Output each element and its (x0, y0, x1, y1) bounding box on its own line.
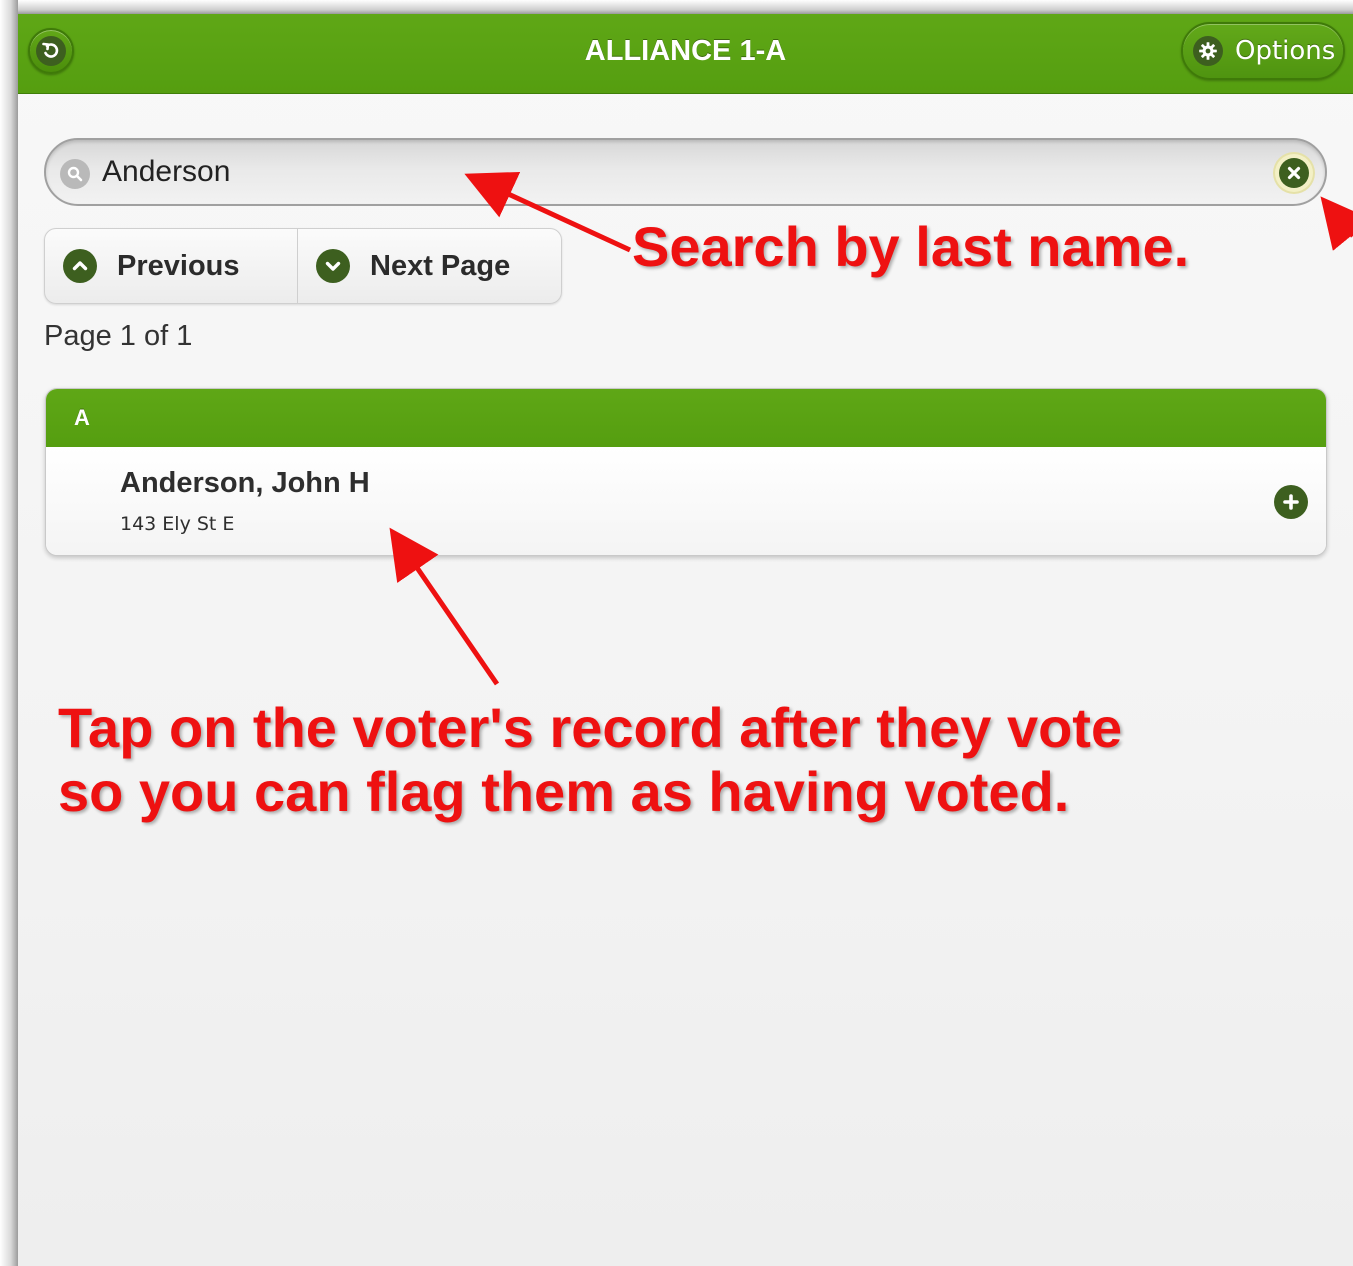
voter-list: A Anderson, John H 143 Ely St E (45, 388, 1327, 556)
chevron-down-icon (316, 249, 350, 283)
clear-search-button[interactable] (1275, 154, 1313, 192)
gear-icon (1193, 36, 1223, 66)
search-icon (60, 159, 90, 189)
plus-icon (1274, 485, 1308, 519)
options-button[interactable]: Options (1181, 22, 1345, 80)
tap-hint-annotation: Tap on the voter's record after they vot… (58, 696, 1123, 823)
options-label: Options (1235, 36, 1336, 66)
search-hint-annotation: Search by last name. (632, 215, 1190, 278)
page-info: Page 1 of 1 (44, 320, 193, 352)
voter-address: 143 Ely St E (120, 513, 235, 535)
next-page-label: Next Page (370, 249, 511, 282)
next-page-button[interactable]: Next Page (298, 229, 561, 303)
search-input[interactable] (102, 150, 1252, 194)
search-bar (44, 138, 1327, 206)
chevron-up-icon (63, 249, 97, 283)
left-shadow (0, 0, 18, 1266)
list-item[interactable]: Anderson, John H 143 Ely St E (46, 447, 1326, 555)
page-title: ALLIANCE 1-A (584, 34, 787, 67)
screenshot-stage: ALLIANCE 1-A Options Anderson Previous N… (0, 0, 1353, 1266)
app-window: ALLIANCE 1-A Options Anderson Previous N… (18, 14, 1353, 1266)
header-bar: ALLIANCE 1-A Options (18, 14, 1353, 94)
pager: Previous Next Page (44, 228, 562, 304)
top-shadow (0, 0, 1353, 14)
list-divider: A (46, 389, 1326, 447)
close-icon (1279, 158, 1309, 188)
previous-button[interactable]: Previous (45, 229, 298, 303)
voter-name: Anderson, John H (120, 467, 370, 499)
previous-label: Previous (117, 249, 240, 282)
